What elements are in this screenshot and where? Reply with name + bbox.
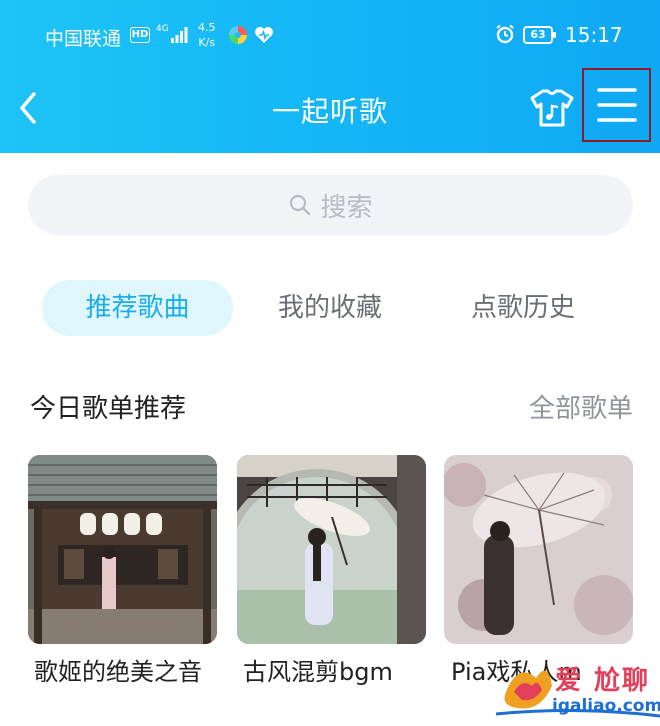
battery-indicator: 63 bbox=[523, 26, 556, 44]
playlist-label-1[interactable]: 歌姬的绝美之音 bbox=[34, 652, 202, 687]
playlist-cover-3[interactable] bbox=[444, 455, 633, 644]
color-wheel-app-icon bbox=[229, 26, 247, 44]
search-placeholder: 搜索 bbox=[320, 192, 373, 223]
watermark-url: igaliao.com bbox=[552, 696, 660, 716]
tab-recommended-songs[interactable]: 推荐歌曲 bbox=[42, 280, 233, 336]
menu-icon bbox=[596, 88, 637, 122]
network-type: 4G bbox=[156, 24, 169, 34]
theme-shirt-icon[interactable] bbox=[529, 87, 575, 129]
network-speed: 4.5 K/s bbox=[198, 20, 216, 50]
playlist-cover-1[interactable] bbox=[28, 455, 217, 644]
heart-app-icon bbox=[255, 27, 273, 43]
playlist-cover-2[interactable] bbox=[237, 455, 426, 644]
signal-icon bbox=[171, 27, 188, 43]
tab-my-favorites[interactable]: 我的收藏 bbox=[250, 280, 410, 336]
speed-value: 4.5 bbox=[198, 21, 216, 34]
search-icon bbox=[290, 194, 311, 216]
app-header: 中国联通 HD 4G 4.5 K/s 63 15:17 一起听歌 bbox=[0, 0, 660, 153]
tab-song-history[interactable]: 点歌历史 bbox=[443, 280, 603, 336]
speed-unit: K/s bbox=[198, 36, 216, 49]
search-bar[interactable]: 搜索 bbox=[28, 175, 633, 235]
carrier-label: 中国联通 bbox=[45, 28, 122, 50]
menu-button[interactable] bbox=[582, 68, 651, 142]
hd-badge: HD bbox=[130, 27, 150, 43]
status-bar: 中国联通 HD 4G 4.5 K/s 63 15:17 bbox=[0, 14, 660, 58]
watermark-text: 爱 尬聊 bbox=[555, 666, 651, 696]
clock: 15:17 bbox=[565, 23, 623, 47]
section-title: 今日歌单推荐 bbox=[30, 394, 187, 424]
alarm-icon bbox=[496, 24, 514, 44]
all-playlists-link[interactable]: 全部歌单 bbox=[529, 388, 633, 425]
playlist-label-2[interactable]: 古风混剪bgm bbox=[243, 652, 393, 687]
